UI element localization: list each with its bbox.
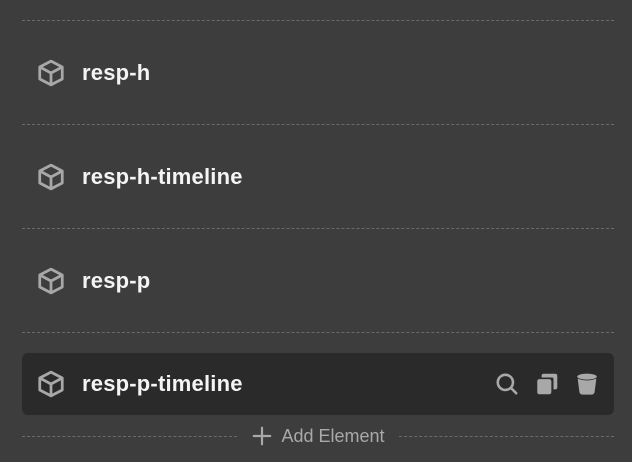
divider xyxy=(22,435,238,437)
add-element-button[interactable]: Add Element xyxy=(237,425,398,447)
trash-icon[interactable] xyxy=(574,371,600,397)
cube-icon xyxy=(36,266,66,296)
add-element-bar: Add Element xyxy=(22,424,614,448)
search-icon[interactable] xyxy=(494,371,520,397)
divider xyxy=(398,435,614,437)
cube-icon xyxy=(36,162,66,192)
element-row-resp-p-timeline[interactable]: resp-p-timeline xyxy=(22,353,614,415)
element-row-resp-h[interactable]: resp-h xyxy=(22,42,614,104)
element-label: resp-h-timeline xyxy=(82,164,243,189)
divider xyxy=(22,124,614,125)
duplicate-icon[interactable] xyxy=(534,371,560,397)
row-actions xyxy=(494,353,600,415)
add-element-label: Add Element xyxy=(281,425,385,446)
element-row-resp-h-timeline[interactable]: resp-h-timeline xyxy=(22,146,614,208)
plus-icon xyxy=(251,425,273,447)
divider xyxy=(22,20,614,21)
element-label: resp-p xyxy=(82,268,151,293)
element-label: resp-h xyxy=(82,60,151,85)
divider xyxy=(22,228,614,229)
cube-icon xyxy=(36,369,66,399)
element-row-resp-p[interactable]: resp-p xyxy=(22,250,614,312)
cube-icon xyxy=(36,58,66,88)
divider xyxy=(22,332,614,333)
element-label: resp-p-timeline xyxy=(82,371,243,396)
